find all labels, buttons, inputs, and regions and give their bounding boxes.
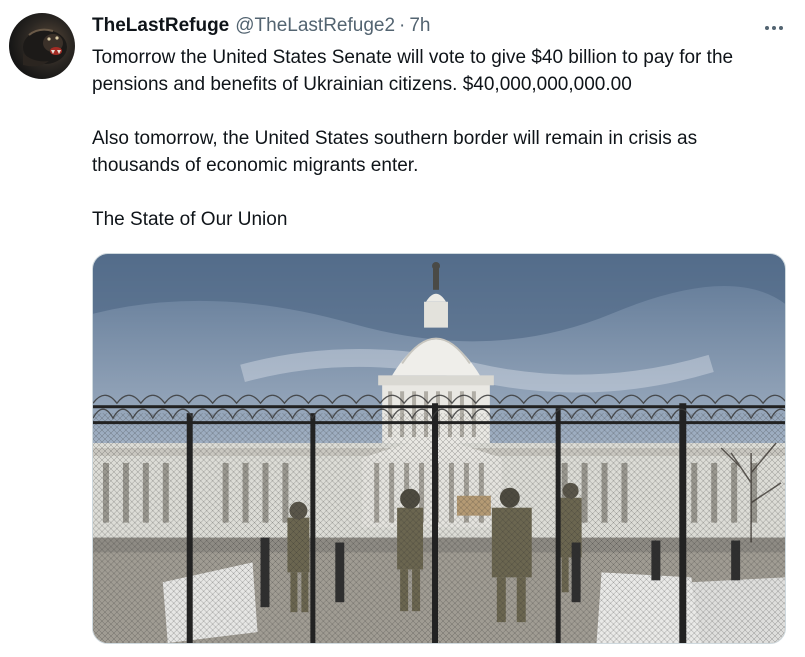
- author-handle[interactable]: @TheLastRefuge2: [235, 15, 395, 37]
- more-icon[interactable]: [756, 14, 792, 42]
- author-name[interactable]: TheLastRefuge: [92, 15, 229, 37]
- avatar[interactable]: [9, 13, 75, 79]
- tweet-paragraph: Also tomorrow, the United States souther…: [92, 128, 698, 176]
- tweet-paragraph: Tomorrow the United States Senate will v…: [92, 47, 734, 95]
- tweet-timestamp[interactable]: 7h: [409, 15, 430, 37]
- tweet[interactable]: TheLastRefuge @TheLastRefuge2 · 7h Tomor…: [0, 0, 805, 657]
- capitol-photo: [93, 254, 785, 643]
- tweet-paragraph: The State of Our Union: [92, 209, 288, 230]
- tweet-text: Tomorrow the United States Senate will v…: [92, 44, 782, 233]
- tweet-header: TheLastRefuge @TheLastRefuge2 · 7h: [92, 14, 431, 38]
- tweet-photo[interactable]: [92, 253, 786, 644]
- separator-dot: ·: [399, 15, 406, 36]
